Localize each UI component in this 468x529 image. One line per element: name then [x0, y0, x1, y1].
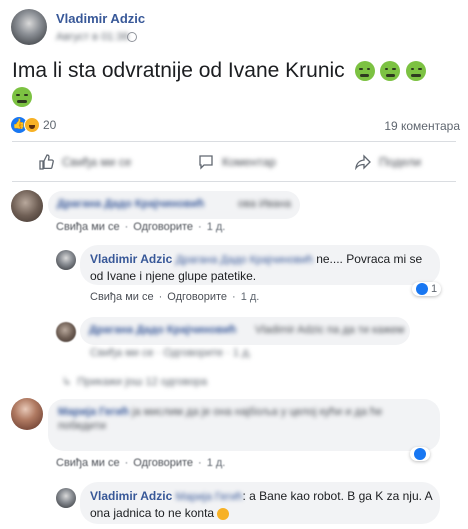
comment-bubble: Драгана Дадо Крајчиновић ова Ивана — [48, 191, 300, 219]
reply-bubble: Драгана Дадо Крајчиновић Vladimir Adzic … — [80, 317, 410, 345]
comment-icon — [199, 155, 213, 170]
nauseated-face-icon — [380, 61, 401, 82]
post-text: Ima li sta odvratnije od Ivane Krunic — [12, 58, 457, 110]
comment-meta: Свиђа ми се · Одговорите · 1 д. — [56, 221, 226, 233]
reply-author-avatar[interactable] — [56, 250, 76, 270]
like-reaction-icon — [414, 448, 426, 460]
reaction-summary[interactable]: 👍 20 — [11, 117, 56, 133]
comment-like-count[interactable] — [410, 447, 430, 461]
comment-meta: Свиђа ми се · Одговорите · 1 д. — [56, 457, 226, 469]
reply-arrow-icon: ↳ — [62, 376, 72, 388]
thumbs-up-icon — [39, 154, 54, 170]
reply-author[interactable]: Vladimir Adzic — [90, 489, 172, 503]
like-reaction-icon — [416, 283, 428, 295]
reply-mention[interactable]: Драгана Дадо Крајчиновић — [176, 254, 313, 266]
nauseated-face-icon — [406, 61, 427, 82]
reply-author[interactable]: Драгана Дадо Крајчиновић — [89, 324, 236, 336]
comment-reply-link[interactable]: Одговорите — [133, 221, 193, 233]
reply-meta: Свиђа ми се · Одговорите · 1 д. — [90, 347, 252, 359]
view-more-replies[interactable]: ↳ Прикажи још 12 одговора — [62, 375, 207, 389]
reply-bubble: Vladimir Adzic Марија Гегић: a Bane kao … — [80, 482, 440, 524]
post-text-content: Ima li sta odvratnije od Ivane Krunic — [12, 59, 345, 82]
share-button[interactable]: Подели — [355, 154, 421, 170]
divider — [12, 181, 456, 182]
nauseated-face-icon — [354, 61, 375, 82]
comment-author[interactable]: Драгана Дадо Крајчиновић — [57, 198, 204, 210]
reply-like-link[interactable]: Свиђа ми се — [90, 291, 154, 303]
reply-like-count[interactable]: 1 — [412, 282, 442, 296]
divider — [12, 141, 456, 142]
reply-reply-link[interactable]: Одговорите — [167, 291, 227, 303]
reply-time[interactable]: 1 д. — [241, 291, 260, 303]
comment-like-link[interactable]: Свиђа ми се — [56, 221, 120, 233]
comment-reply-link[interactable]: Одговорите — [133, 457, 193, 469]
haha-reaction-icon — [24, 117, 40, 133]
comment-like-link[interactable]: Свиђа ми се — [56, 457, 120, 469]
comment-time[interactable]: 1 д. — [207, 457, 226, 469]
reaction-count: 20 — [43, 118, 57, 132]
share-icon — [355, 154, 371, 170]
comment-text: ова Ивана — [238, 198, 291, 210]
comment-bubble: Марија Гегић ја мислим да је она најбоља… — [48, 399, 440, 451]
reply-author-avatar[interactable] — [56, 322, 76, 342]
post-author-name[interactable]: Vladimir Adzic — [56, 11, 145, 26]
like-button[interactable]: Свиђа ми се — [38, 154, 131, 170]
comment-author[interactable]: Марија Гегић — [58, 406, 129, 418]
reply-bubble: Vladimir Adzic Драгана Дадо Крајчиновић … — [80, 245, 440, 285]
reply-mention[interactable]: Марија Гегић — [176, 491, 243, 503]
globe-icon — [127, 32, 137, 42]
comment-time[interactable]: 1 д. — [207, 221, 226, 233]
pensive-face-icon — [217, 507, 230, 520]
post-timestamp[interactable]: Август в 01:38 — [56, 31, 129, 43]
commenter-avatar[interactable] — [11, 190, 43, 222]
nauseated-face-icon — [12, 87, 32, 108]
commenter-avatar[interactable] — [11, 398, 43, 430]
reply-author-avatar[interactable] — [56, 488, 76, 508]
post-author-avatar[interactable] — [11, 9, 47, 45]
reply-meta: Свиђа ми се · Одговорите · 1 д. — [90, 291, 260, 303]
comments-count[interactable]: 19 коментара — [384, 119, 460, 133]
reply-author[interactable]: Vladimir Adzic — [90, 252, 172, 266]
comment-button[interactable]: Коментар — [198, 154, 276, 170]
reply-text: Vladimir Adzic па да ти кажем — [255, 324, 405, 336]
